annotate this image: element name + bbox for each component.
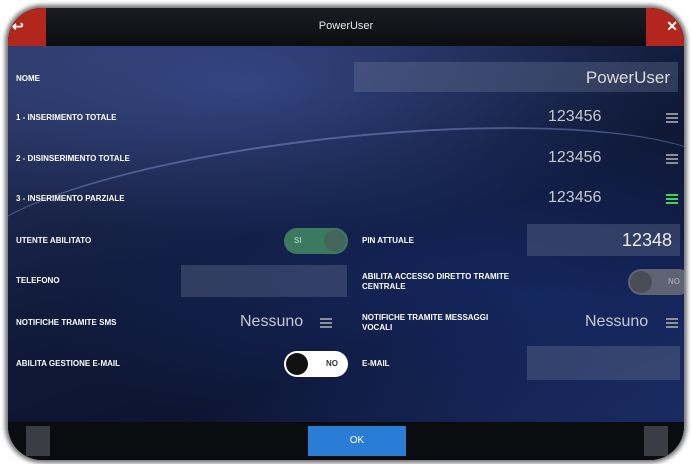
toggle-text: NO [326,359,338,368]
title-bar: ↩ PowerUser ✕ [8,8,684,46]
row-label: 1 - INSERIMENTO TOTALE [16,113,117,122]
row-code[interactable]: 123456 [548,108,601,126]
email-gestione-toggle[interactable]: NO [284,351,348,377]
notifiche-sms-value[interactable]: Nessuno [240,313,303,331]
row-label: 2 - DISINSERIMENTO TOTALE [16,154,130,163]
menu-icon[interactable] [666,194,678,204]
telefono-field[interactable] [181,265,347,297]
footer-bar: OK [8,422,684,460]
form-panel: NOME PowerUser 1 - INSERIMENTO TOTALE 12… [8,46,684,422]
toggle-text: NO [668,277,680,286]
nome-label: NOME [16,74,40,83]
pin-attuale-value: 12348 [621,230,672,250]
background-swoosh [8,96,684,338]
utente-abilitato-toggle[interactable]: SI [284,228,348,254]
close-button[interactable]: ✕ [646,8,684,46]
utente-abilitato-label: UTENTE ABILITATO [16,236,92,245]
pin-attuale-field[interactable]: 12348 [527,224,680,256]
toggle-knob [324,230,346,252]
row-code[interactable]: 123456 [548,189,601,207]
menu-icon[interactable] [666,113,678,123]
nome-value: PowerUser [585,68,670,87]
close-icon: ✕ [666,18,678,34]
notifiche-vocali-value[interactable]: Nessuno [585,313,648,331]
device-frame: ↩ PowerUser ✕ NOME PowerUser 1 - INSERIM… [8,8,684,460]
notifiche-vocali-label: NOTIFICHE TRAMITE MESSAGGI VOCALI [362,313,489,332]
menu-icon[interactable] [320,318,332,328]
row-label: 3 - INSERIMENTO PARZIALE [16,194,125,203]
footer-right-button[interactable] [644,426,668,456]
email-field[interactable] [527,346,680,380]
notifiche-sms-label: NOTIFICHE TRAMITE SMS [16,318,117,327]
email-gestione-label: ABILITA GESTIONE E-MAIL [16,359,120,368]
toggle-knob [286,353,308,375]
menu-icon[interactable] [666,318,678,328]
telefono-label: TELEFONO [16,276,60,285]
accesso-diretto-label: ABILITA ACCESSO DIRETTO TRAMITE CENTRALE [362,272,510,291]
toggle-knob [630,271,652,293]
ok-button[interactable]: OK [308,426,406,456]
toggle-text: SI [294,236,302,245]
footer-left-button[interactable] [26,426,50,456]
row-code[interactable]: 123456 [548,149,601,167]
window-title: PowerUser [318,20,374,32]
email-label: E-MAIL [362,359,390,368]
pin-attuale-label: PIN ATTUALE [362,236,414,245]
accesso-diretto-toggle[interactable]: NO [628,269,684,295]
menu-icon[interactable] [666,154,678,164]
nome-field[interactable]: PowerUser [354,62,678,92]
